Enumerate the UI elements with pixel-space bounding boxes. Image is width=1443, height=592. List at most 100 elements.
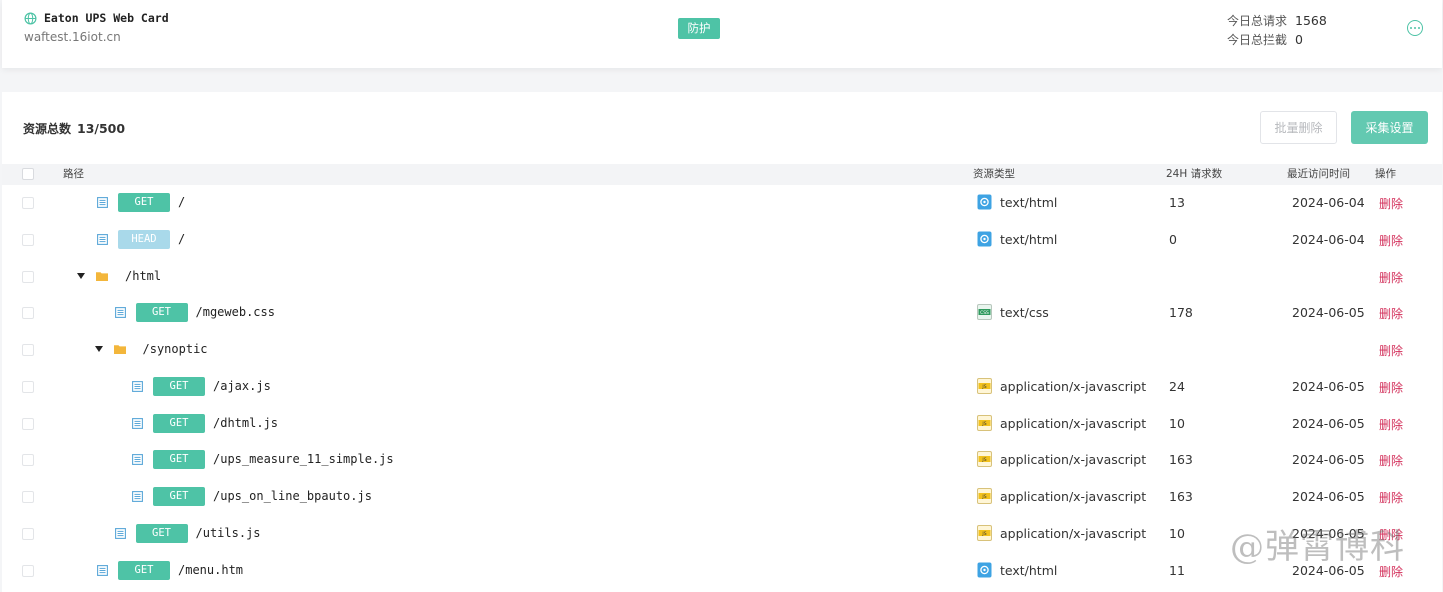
svg-text:JS: JS [981, 384, 986, 390]
resource-path[interactable]: / [178, 195, 185, 209]
caret-down-icon[interactable] [94, 346, 103, 352]
folder-icon [96, 271, 108, 281]
resource-path[interactable]: /mgeweb.css [196, 305, 275, 319]
row-checkbox[interactable] [22, 527, 34, 540]
svg-text:JS: JS [981, 494, 986, 500]
row-checkbox[interactable] [22, 454, 34, 467]
request-count: 163 [1169, 489, 1193, 504]
delete-link[interactable]: 删除 [1379, 195, 1403, 212]
resource-panel: 资源总数 13/500 批量删除 采集设置 路径 资源类型 24H 请求数 最近访… [2, 92, 1442, 592]
delete-link[interactable]: 删除 [1379, 416, 1403, 433]
site-name: Eaton UPS Web Card [44, 11, 169, 25]
folder-row: /html 删除 [2, 259, 1442, 295]
folder-path[interactable]: /html [125, 269, 161, 283]
batch-delete-button[interactable]: 批量删除 [1260, 111, 1337, 144]
resource-path[interactable]: /ups_on_line_bpauto.js [213, 489, 372, 503]
table-row: GET/ups_on_line_bpauto.js JS application/x… [2, 479, 1442, 515]
protection-mode-badge[interactable]: 防护 [678, 18, 720, 39]
request-count: 24 [1169, 378, 1185, 394]
resource-type: text/html [1000, 562, 1058, 578]
stat-label: 今日总请求 [1227, 14, 1288, 28]
row-checkbox[interactable] [22, 233, 34, 246]
resource-type: text/css [1000, 305, 1049, 321]
table-row: GET/dhtml.js JS application/x-javascript 10… [2, 406, 1442, 442]
caret-down-icon[interactable] [77, 272, 85, 279]
folder-icon [113, 345, 126, 354]
file-icon [97, 564, 108, 576]
resource-type: application/x-javascript [1000, 489, 1147, 504]
table-row: HEAD / text/html 0 2024-06-04 删除 [2, 222, 1442, 258]
js-icon: JS [977, 377, 992, 394]
file-icon [132, 454, 143, 466]
last-access-date: 2024-06-05 [1292, 452, 1365, 468]
site-card: Eaton UPS Web Card waftest.16iot.cn 防护 今… [2, 0, 1442, 68]
site-stats: 今日总请求 1568 今日总拦截 0 [1227, 11, 1327, 49]
row-checkbox[interactable] [22, 491, 34, 503]
resource-path[interactable]: /ups_measure_11_simple.js [213, 452, 394, 466]
delete-link[interactable]: 删除 [1379, 342, 1403, 359]
svg-text:JS: JS [981, 531, 986, 537]
resource-path[interactable]: / [178, 232, 185, 246]
header-path: 路径 [63, 168, 84, 180]
html-icon [977, 562, 992, 577]
file-icon [132, 491, 143, 502]
row-checkbox[interactable] [22, 344, 34, 356]
row-checkbox[interactable] [22, 197, 34, 209]
resource-path[interactable]: /ajax.js [213, 379, 271, 393]
method-badge: GET [135, 303, 188, 323]
last-access-date: 2024-06-04 [1292, 195, 1365, 210]
method-badge: GET [118, 560, 170, 580]
row-checkbox[interactable] [22, 380, 34, 393]
stat-total-requests: 今日总请求 1568 [1227, 11, 1327, 30]
file-icon [132, 417, 143, 429]
row-checkbox[interactable] [22, 564, 34, 577]
delete-link[interactable]: 删除 [1379, 269, 1403, 286]
resource-path[interactable]: /menu.htm [178, 563, 243, 577]
delete-link[interactable]: 删除 [1379, 379, 1403, 396]
header-requests: 24H 请求数 [1166, 168, 1223, 180]
resource-type: application/x-javascript [1000, 415, 1147, 431]
table-row: GET/ups_measure_11_simple.js JS applicatio… [2, 442, 1442, 478]
table-row: GET/ajax.js JS application/x-javascript 24 2… [2, 369, 1442, 405]
resource-path[interactable]: /dhtml.js [213, 416, 278, 430]
js-icon: JS [977, 451, 992, 468]
resource-type: text/html [1000, 195, 1058, 210]
last-access-date: 2024-06-05 [1292, 305, 1365, 321]
row-checkbox[interactable] [22, 417, 34, 430]
delete-link[interactable]: 删除 [1379, 452, 1403, 469]
js-icon: JS [977, 524, 992, 541]
header-last-access: 最近访问时间 [1287, 168, 1350, 180]
delete-link[interactable]: 删除 [1379, 489, 1403, 506]
method-badge: GET [153, 450, 205, 470]
last-access-date: 2024-06-05 [1292, 378, 1365, 394]
delete-link[interactable]: 删除 [1379, 305, 1403, 322]
svg-text:JS: JS [981, 420, 986, 426]
file-icon [114, 307, 126, 319]
delete-link[interactable]: 删除 [1379, 232, 1403, 249]
resource-path[interactable]: /utils.js [196, 526, 261, 540]
row-checkbox[interactable] [22, 270, 34, 283]
more-options-icon[interactable] [1407, 20, 1423, 36]
request-count: 178 [1169, 305, 1193, 321]
method-badge: GET [135, 523, 188, 543]
method-badge: GET [153, 487, 205, 506]
resource-total-value: 13/500 [77, 121, 126, 136]
stat-label: 今日总拦截 [1227, 33, 1288, 47]
table-row: GET/utils.js JS application/x-javascript 10… [2, 516, 1442, 552]
folder-path[interactable]: /synoptic [143, 342, 208, 356]
collect-settings-button[interactable]: 采集设置 [1351, 111, 1428, 144]
js-icon: JS [977, 488, 992, 504]
row-checkbox[interactable] [22, 307, 34, 320]
table-row: GET / text/html 13 2024-06-04 删除 [2, 185, 1442, 221]
last-access-date: 2024-06-05 [1292, 489, 1365, 504]
folder-row: /synoptic 删除 [2, 332, 1442, 368]
css-icon: CSS [977, 304, 992, 321]
table-header: 路径 资源类型 24H 请求数 最近访问时间 操作 [2, 164, 1442, 185]
select-all-checkbox[interactable] [22, 168, 34, 180]
header-type: 资源类型 [973, 168, 1015, 180]
table-row: GET/menu.htm text/html 11 2024-06-05 删除 [2, 553, 1442, 589]
file-icon [114, 527, 126, 539]
globe-icon [24, 12, 37, 24]
request-count: 163 [1169, 452, 1193, 468]
svg-text:CSS: CSS [980, 310, 989, 316]
